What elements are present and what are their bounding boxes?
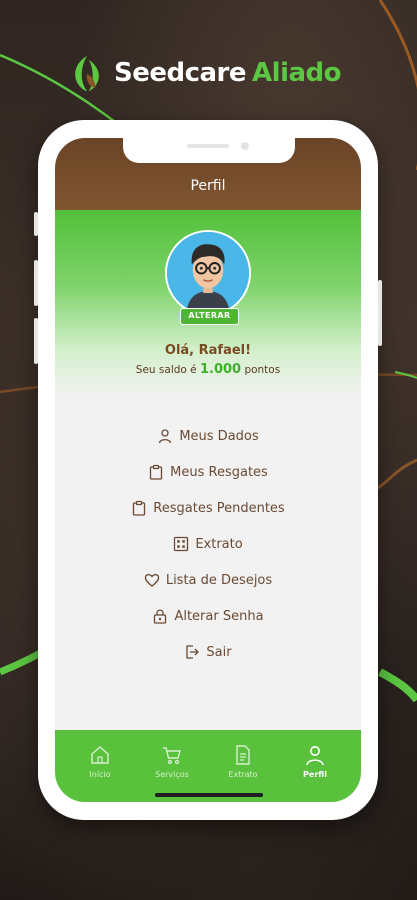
tab-inicio[interactable]: Início xyxy=(70,744,130,779)
menu-item-label: Sair xyxy=(206,644,232,660)
menu-item-label: Alterar Senha xyxy=(174,608,264,624)
menu-item-label: Lista de Desejos xyxy=(165,572,273,588)
menu-item-lista-de-desejos[interactable]: Lista de Desejos xyxy=(55,562,361,598)
menu-item-resgates-pendentes[interactable]: Resgates Pendentes xyxy=(55,490,361,526)
menu-item-label: Resgates Pendentes xyxy=(153,500,285,516)
avatar[interactable] xyxy=(165,230,251,316)
brand-name-green: Aliado xyxy=(252,58,341,88)
brand-name-white: Seedcare xyxy=(114,58,247,88)
tab-label: Extrato xyxy=(228,770,258,779)
app-screen: Perfil ALTERAR Olá, Rafael! Seu saldo é … xyxy=(55,138,361,802)
balance-value: 1.000 xyxy=(199,362,242,377)
home-indicator xyxy=(155,793,263,797)
balance-line: Seu saldo é 1.000 pontos xyxy=(55,362,361,377)
lock-icon xyxy=(154,609,167,624)
balance-suffix: pontos xyxy=(244,364,281,376)
menu-item-sair[interactable]: Sair xyxy=(55,634,361,670)
tab-label: Serviços xyxy=(155,770,189,779)
greeting-text: Olá, Rafael! xyxy=(164,343,252,358)
tab-servicos[interactable]: Serviços xyxy=(142,744,202,779)
seed-leaf-logo-icon xyxy=(75,56,99,91)
phone-side-button xyxy=(34,212,38,236)
tab-label: Perfil xyxy=(303,770,327,779)
clipboard-icon xyxy=(133,500,146,516)
user-icon xyxy=(159,429,172,444)
clipboard-icon xyxy=(150,464,163,480)
phone-power-button xyxy=(378,280,382,346)
menu-item-label: Meus Resgates xyxy=(170,464,268,480)
notch-camera xyxy=(241,142,249,150)
user-icon xyxy=(306,746,324,766)
notch-speaker xyxy=(187,144,229,148)
menu-item-label: Meus Dados xyxy=(179,428,259,444)
logout-icon xyxy=(186,645,200,659)
tab-label: Início xyxy=(89,770,111,779)
page-title: Perfil xyxy=(190,178,226,194)
document-icon xyxy=(236,745,250,765)
phone-frame: Perfil ALTERAR Olá, Rafael! Seu saldo é … xyxy=(34,120,382,820)
phone-volume-up-button xyxy=(34,260,38,306)
brand-header: Seedcare Aliado xyxy=(66,52,341,94)
menu-item-label: Extrato xyxy=(195,536,243,552)
change-photo-button[interactable]: ALTERAR xyxy=(180,308,239,325)
phone-volume-down-button xyxy=(34,318,38,364)
cart-icon xyxy=(163,747,181,765)
statement-icon xyxy=(174,536,189,552)
tab-extrato[interactable]: Extrato xyxy=(213,744,273,779)
balance-prefix: Seu saldo é xyxy=(135,364,197,376)
menu-item-meus-dados[interactable]: Meus Dados xyxy=(55,418,361,454)
menu-item-alterar-senha[interactable]: Alterar Senha xyxy=(55,598,361,634)
menu-item-extrato[interactable]: Extrato xyxy=(55,526,361,562)
profile-menu: Meus Dados Meus Resgates Resgates Penden… xyxy=(55,418,361,670)
avatar-illustration xyxy=(167,232,249,314)
phone-notch xyxy=(123,138,295,163)
brand-name: Seedcare Aliado xyxy=(114,58,341,88)
bottom-tab-bar: Início Serviços Extrato Perfil xyxy=(55,730,361,802)
heart-icon xyxy=(144,574,160,587)
home-icon xyxy=(91,746,109,764)
tab-perfil[interactable]: Perfil xyxy=(285,744,345,779)
menu-item-meus-resgates[interactable]: Meus Resgates xyxy=(55,454,361,490)
